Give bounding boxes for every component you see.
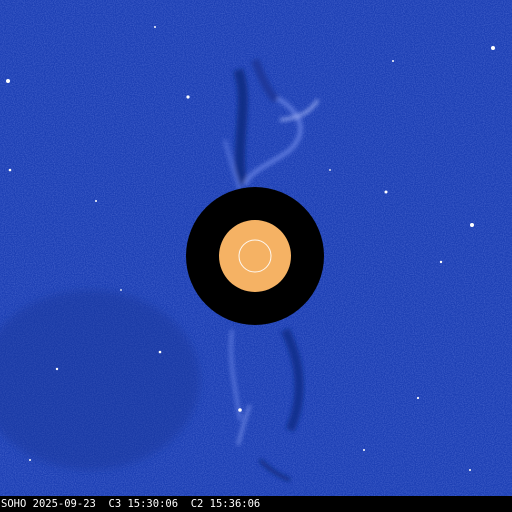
star [470, 223, 474, 227]
lasco-coronagraph-image: SOHO 2025-09-23 C3 15:30:06 C2 15:36:06 [0, 0, 512, 512]
star [363, 449, 365, 451]
star [384, 190, 388, 194]
star [6, 79, 10, 83]
observation-date: 2025-09-23 [32, 498, 96, 510]
image-caption: SOHO 2025-09-23 C3 15:30:06 C2 15:36:06 [1, 496, 260, 512]
star [29, 459, 31, 461]
star [329, 169, 331, 171]
star [469, 469, 471, 471]
star [416, 396, 420, 400]
caption-bar: SOHO 2025-09-23 C3 15:30:06 C2 15:36:06 [0, 496, 512, 512]
star [158, 350, 162, 354]
coronagraph-field [0, 0, 512, 496]
observatory-label: SOHO [1, 498, 27, 510]
star [55, 367, 59, 371]
star [95, 200, 97, 202]
star [120, 289, 122, 291]
star [154, 26, 156, 28]
star [186, 95, 190, 99]
sun-disc [219, 220, 291, 292]
star [8, 168, 12, 172]
c2-timestamp: C2 15:36:06 [190, 498, 261, 510]
star [439, 260, 443, 264]
star [491, 46, 495, 50]
star [392, 60, 394, 62]
star [238, 408, 242, 412]
c3-timestamp: C3 15:30:06 [108, 498, 179, 510]
